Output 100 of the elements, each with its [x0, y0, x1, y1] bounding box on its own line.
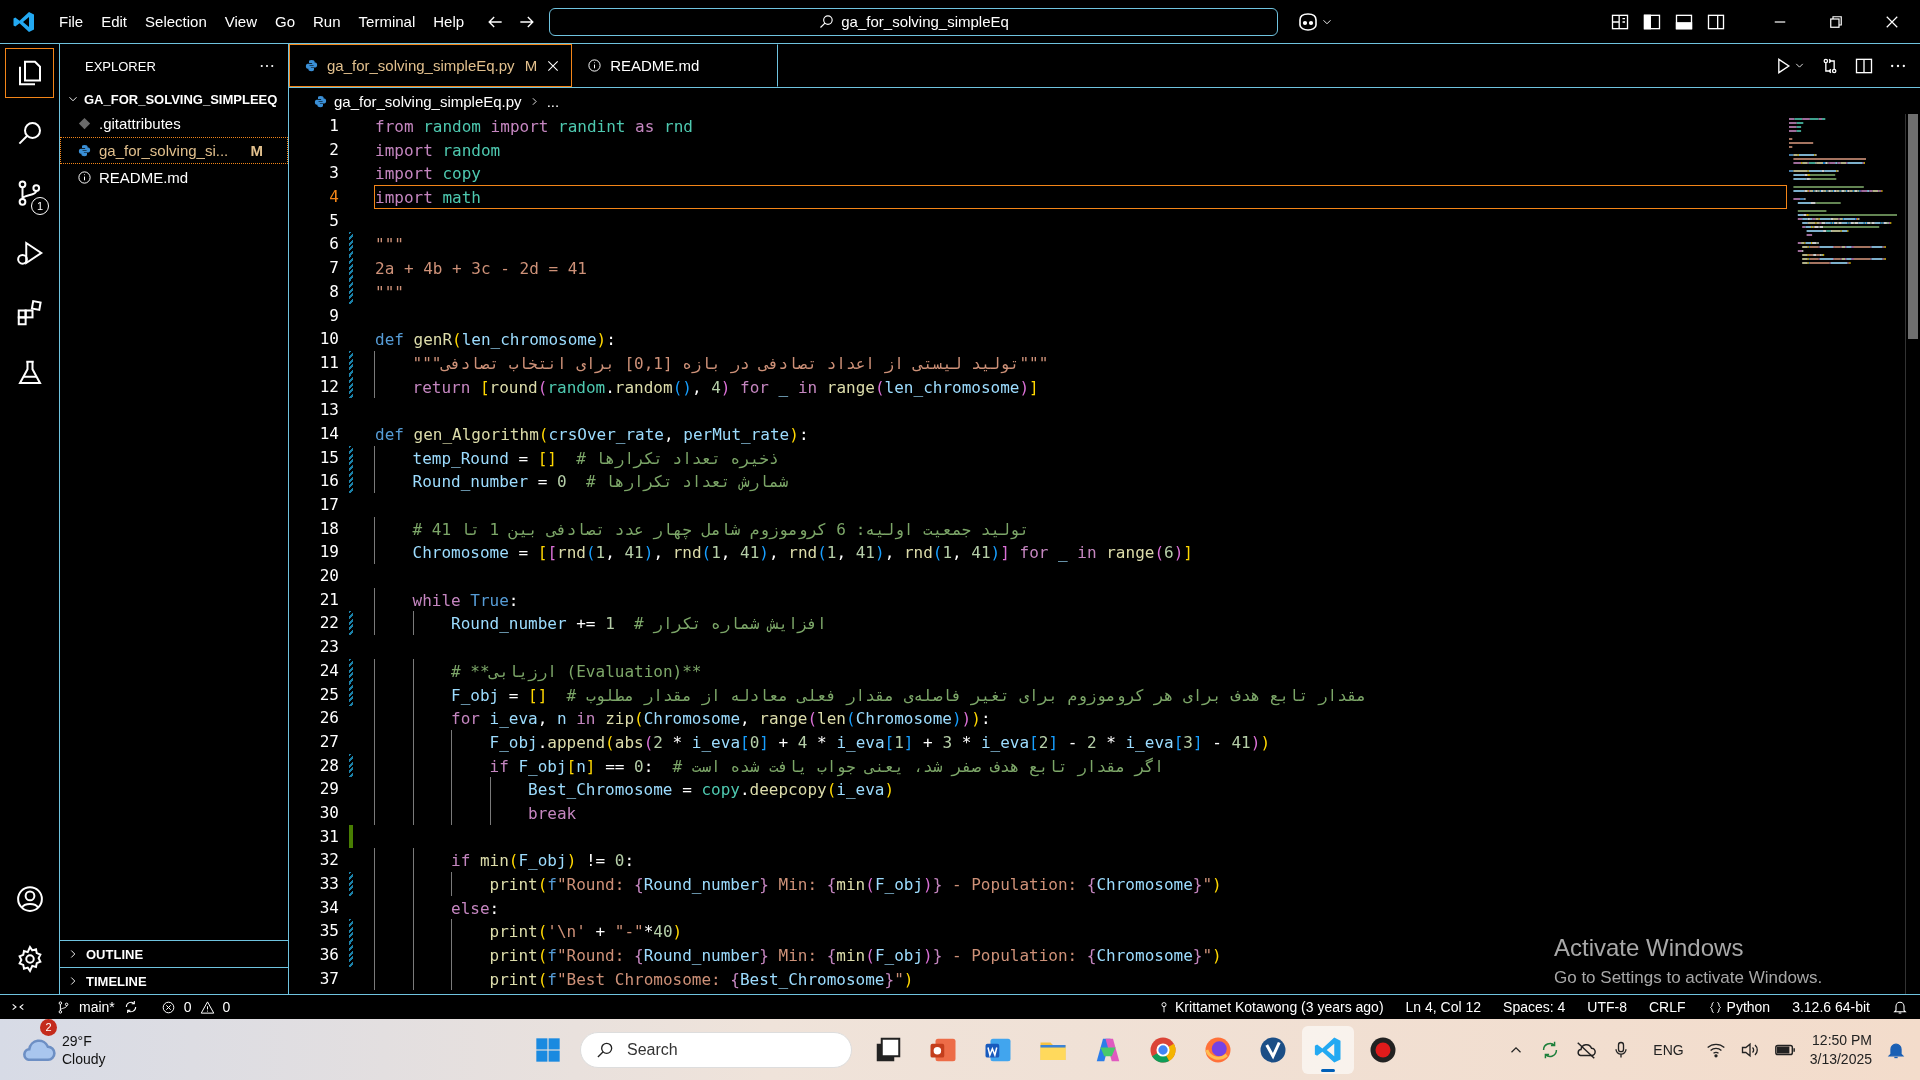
menu-item[interactable]: File: [50, 9, 93, 34]
menu-item[interactable]: Help: [424, 9, 474, 34]
panel-title: EXPLORER: [85, 58, 156, 74]
git-file-icon: [77, 116, 92, 131]
code-line: Chromosome = [[rnd(1, 41), rnd(1, 41), rnd(1, 41), rnd(1, 41)] for _ in range(6)]: [412, 542, 1194, 565]
line-number: 17: [318, 494, 339, 516]
line-number: 13: [318, 399, 339, 422]
error-count[interactable]: 0: [183, 999, 192, 1015]
line-number: 10: [318, 328, 339, 351]
braces-icon: [1707, 999, 1723, 1015]
command-center[interactable]: ga_for_solving_simpleEq: [549, 7, 1279, 36]
line-number: 7: [328, 257, 339, 280]
line-number: 4: [328, 186, 339, 209]
line-number: 27: [318, 730, 339, 753]
code-line: break: [528, 802, 578, 825]
clock-time[interactable]: 12:50 PM: [1812, 1030, 1872, 1050]
code-line: import copy: [374, 163, 482, 186]
line-number: 14: [318, 422, 339, 445]
status-item[interactable]: CRLF: [1649, 999, 1686, 1015]
count-badge: 1: [31, 197, 49, 215]
folder-header[interactable]: GA_FOR_SOLVING_SIMPLEEQ: [60, 88, 288, 110]
menu-item[interactable]: Selection: [136, 9, 216, 34]
explorer-tab[interactable]: [5, 48, 54, 98]
line-number: 22: [318, 612, 339, 635]
code-line: print(f"Round: {Round_number} Min: {min(F_obj)} - Population: {Chromosome}"): [489, 945, 1223, 967]
blame-info[interactable]: Krittamet Kotawong (3 years ago): [1175, 999, 1384, 1015]
branch-icon: [56, 999, 71, 1015]
input-language[interactable]: ENG: [1653, 1041, 1684, 1058]
code-line: F_obj.append(abs(2 * i_eva[0] + 4 * i_eva[1] + 3 * i_eva[2] - 2 * i_eva[3] - 41)): [489, 731, 1272, 754]
tree-entry[interactable]: README.md: [60, 164, 288, 191]
clock-date[interactable]: 3/13/2025: [1809, 1049, 1872, 1069]
info-icon: [587, 58, 603, 73]
breadcrumb-item[interactable]: ...: [546, 92, 560, 110]
line-number: 18: [318, 517, 339, 540]
code-line: def gen_Algorithm(crsOver_rate, perMut_rate):: [374, 423, 810, 446]
language-mode[interactable]: Python: [1726, 999, 1771, 1015]
code-line: print('\n' + "-"*40): [489, 921, 684, 944]
code-line: from random import randint as rnd: [374, 116, 694, 138]
search-field[interactable]: Search: [580, 1031, 852, 1068]
editor-tab[interactable]: ga_for_solving_simpleEq.py M: [289, 44, 573, 87]
breadcrumb-item[interactable]: ga_for_solving_simpleEq.py: [334, 92, 522, 110]
line-number: 33: [318, 873, 339, 895]
run-debug-icon: [14, 238, 45, 268]
status-item[interactable]: UTF-8: [1587, 999, 1627, 1015]
status-item[interactable]: Spaces: 4: [1503, 999, 1566, 1015]
line-number: 2: [328, 138, 339, 161]
activation-text: Go to Settings to activate Windows.: [1554, 968, 1823, 988]
search-icon: [818, 13, 836, 30]
code-line: """تولید لیستی از اعداد تصادفی در بازه [0,1] برای انتخاب تصادفی""": [412, 352, 1050, 375]
code-line: return [round(random.random(), 4) for _ in range(len_chromosome)]: [412, 376, 1040, 399]
line-number: 19: [318, 541, 339, 564]
status-item[interactable]: Ln 4, Col 12: [1405, 999, 1482, 1015]
line-number: 21: [318, 588, 339, 611]
code-line: 2a + 4b + 3c - 2d = 41: [374, 258, 588, 280]
line-number: 5: [328, 209, 339, 232]
menu-item[interactable]: Go: [266, 9, 304, 34]
line-number: 11: [318, 351, 339, 374]
interpreter-version[interactable]: 3.12.6 64-bit: [1792, 999, 1870, 1015]
menu-item[interactable]: Edit: [92, 9, 137, 34]
code-line: for i_eva, n in zip(Chromosome, range(len(Chromosome))):: [451, 708, 992, 730]
temperature: 29°F: [62, 1031, 93, 1050]
weather-condition: Cloudy: [62, 1049, 106, 1068]
menu-item[interactable]: View: [215, 9, 266, 34]
code-line: Best_Chromosome = copy.deepcopy(i_eva): [528, 779, 896, 801]
error-icon: [160, 999, 176, 1015]
line-number: 24: [318, 659, 339, 682]
code-line: """: [374, 281, 405, 304]
line-number: 31: [318, 825, 339, 848]
line-number: 30: [318, 801, 339, 824]
code-line: # **ارزیابی (Evaluation)**: [451, 660, 703, 683]
line-number: 29: [318, 778, 339, 801]
line-number: 37: [318, 967, 339, 990]
menu-item[interactable]: Run: [304, 9, 350, 34]
app-logo-icon: [12, 9, 36, 34]
line-number: 28: [318, 754, 339, 777]
python-file-icon: [304, 58, 319, 73]
section-header[interactable]: OUTLINE: [60, 940, 288, 967]
line-number: 25: [318, 683, 339, 706]
line-number: 32: [318, 849, 339, 872]
code-line: if min(F_obj) != 0:: [451, 850, 636, 872]
start-icon[interactable]: [534, 1035, 562, 1064]
line-number: 23: [318, 636, 339, 659]
warning-count[interactable]: 0: [222, 999, 231, 1015]
scrollbar-thumb[interactable]: [1908, 114, 1918, 339]
menu-item[interactable]: Terminal: [349, 9, 425, 34]
notification-bell-icon[interactable]: [1892, 999, 1908, 1015]
code-line: # تولید جمعیت اولیه: 6 کروموزوم شامل چهار عدد تصادفی بین 1 تا 41: [412, 518, 1031, 541]
line-number: 6: [328, 233, 339, 256]
branch-label[interactable]: main*: [79, 999, 115, 1015]
source-control-tab[interactable]: 1: [5, 168, 54, 218]
tree-entry[interactable]: .gitattributes: [60, 110, 288, 137]
warning-icon: [199, 999, 215, 1015]
line-number: 16: [318, 470, 339, 493]
line-number: 12: [318, 375, 339, 398]
account-icon[interactable]: [14, 884, 45, 914]
line-number: 35: [318, 920, 339, 943]
line-number: 20: [318, 565, 339, 588]
line-number: 9: [328, 304, 339, 327]
tree-entry[interactable]: ga_for_solving_si... M: [60, 137, 288, 164]
line-number: 26: [318, 707, 339, 730]
